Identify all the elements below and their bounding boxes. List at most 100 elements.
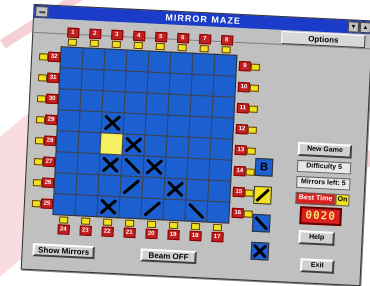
port-bottom[interactable]: 19: [162, 221, 184, 241]
board-cell[interactable]: [101, 112, 124, 134]
board-cell[interactable]: [104, 49, 127, 71]
port-left[interactable]: 31: [37, 67, 60, 88]
board-cell[interactable]: [145, 114, 168, 136]
tool-b[interactable]: B: [254, 157, 274, 177]
port-top[interactable]: 2: [84, 28, 106, 48]
board-cell[interactable]: [165, 157, 188, 179]
tool-x-blocker[interactable]: [250, 241, 270, 261]
port-left[interactable]: 27: [33, 151, 56, 172]
board-cell[interactable]: [125, 71, 148, 93]
board-cell[interactable]: [186, 179, 209, 201]
board-cell[interactable]: [103, 70, 126, 92]
board-cell[interactable]: [169, 73, 192, 95]
board-cell[interactable]: [121, 155, 144, 177]
options-menu[interactable]: Options: [281, 31, 366, 49]
port-right[interactable]: 13: [234, 140, 257, 161]
board-cell[interactable]: [100, 133, 123, 155]
port-bottom[interactable]: 21: [118, 219, 140, 239]
port-bottom[interactable]: 17: [206, 223, 228, 243]
board-cell[interactable]: [163, 199, 186, 221]
port-left[interactable]: 32: [38, 46, 61, 67]
port-left[interactable]: 28: [34, 130, 57, 151]
board-cell[interactable]: [207, 201, 230, 223]
board-cell[interactable]: [60, 47, 83, 69]
board-cell[interactable]: [192, 53, 215, 75]
port-bottom[interactable]: 20: [140, 220, 162, 240]
board-cell[interactable]: [166, 136, 189, 158]
beam-toggle-button[interactable]: Beam OFF: [140, 248, 197, 265]
port-left[interactable]: 30: [36, 88, 59, 109]
port-top[interactable]: 4: [128, 30, 150, 50]
new-game-button[interactable]: New Game: [297, 141, 353, 159]
port-right[interactable]: 15: [232, 182, 255, 203]
board-cell[interactable]: [53, 194, 76, 216]
board-cell[interactable]: [185, 200, 208, 222]
board-cell[interactable]: [168, 94, 191, 116]
port-top[interactable]: 8: [216, 35, 238, 54]
exit-button[interactable]: Exit: [299, 258, 335, 274]
board-cell[interactable]: [214, 54, 237, 76]
board-cell[interactable]: [120, 176, 143, 198]
board-cell[interactable]: [142, 177, 165, 199]
board-cell[interactable]: [57, 110, 80, 132]
minimize-button[interactable]: ▾: [347, 21, 360, 33]
best-time-toggle[interactable]: On: [335, 193, 350, 207]
board-cell[interactable]: [190, 95, 213, 117]
board-cell[interactable]: [102, 91, 125, 113]
port-right[interactable]: 12: [235, 119, 258, 140]
board-cell[interactable]: [98, 175, 121, 197]
board-cell[interactable]: [124, 92, 147, 114]
port-right[interactable]: 10: [237, 77, 260, 98]
board-cell[interactable]: [170, 52, 193, 74]
board-cell[interactable]: [78, 132, 101, 154]
board-cell[interactable]: [144, 135, 167, 157]
port-top[interactable]: 7: [194, 33, 216, 53]
board-cell[interactable]: [75, 195, 98, 217]
board-cell[interactable]: [76, 174, 99, 196]
board-cell[interactable]: [211, 117, 234, 139]
board-cell[interactable]: [167, 115, 190, 137]
board-cell[interactable]: [147, 72, 170, 94]
board-cell[interactable]: [210, 138, 233, 160]
board-cell[interactable]: [187, 158, 210, 180]
tool-backslash-mirror[interactable]: [251, 213, 271, 233]
board-cell[interactable]: [126, 50, 149, 72]
board-cell[interactable]: [209, 159, 232, 181]
port-bottom[interactable]: 18: [184, 222, 206, 242]
board-cell[interactable]: [81, 69, 104, 91]
board-cell[interactable]: [212, 96, 235, 118]
board-cell[interactable]: [188, 137, 211, 159]
board-cell[interactable]: [213, 75, 236, 97]
port-right[interactable]: 11: [236, 98, 259, 119]
board-cell[interactable]: [122, 134, 145, 156]
board-cell[interactable]: [97, 196, 120, 218]
board-cell[interactable]: [164, 178, 187, 200]
board-cell[interactable]: [146, 93, 169, 115]
board-cell[interactable]: [191, 74, 214, 96]
port-right[interactable]: 9: [238, 56, 261, 77]
port-left[interactable]: 25: [30, 193, 54, 214]
port-bottom[interactable]: 23: [74, 217, 96, 236]
show-mirrors-button[interactable]: Show Mirrors: [32, 243, 95, 260]
board-cell[interactable]: [79, 111, 102, 133]
board-cell[interactable]: [59, 68, 82, 90]
port-left[interactable]: 29: [35, 109, 58, 130]
board-cell[interactable]: [80, 90, 103, 112]
board-cell[interactable]: [148, 51, 171, 73]
port-top[interactable]: 5: [150, 31, 172, 51]
board-cell[interactable]: [119, 197, 142, 219]
board-cell[interactable]: [123, 113, 146, 135]
board-cell[interactable]: [56, 131, 79, 153]
port-top[interactable]: 6: [172, 32, 194, 52]
board-cell[interactable]: [143, 156, 166, 178]
board-cell[interactable]: [54, 173, 77, 195]
board-cell[interactable]: [189, 116, 212, 138]
port-right[interactable]: 16: [231, 203, 254, 224]
help-button[interactable]: Help: [298, 230, 335, 246]
port-top[interactable]: 1: [62, 27, 84, 47]
port-bottom[interactable]: 22: [96, 218, 118, 238]
port-top[interactable]: 3: [106, 29, 128, 49]
port-left[interactable]: 26: [32, 172, 55, 193]
board-cell[interactable]: [99, 154, 122, 176]
board-cell[interactable]: [58, 89, 81, 111]
